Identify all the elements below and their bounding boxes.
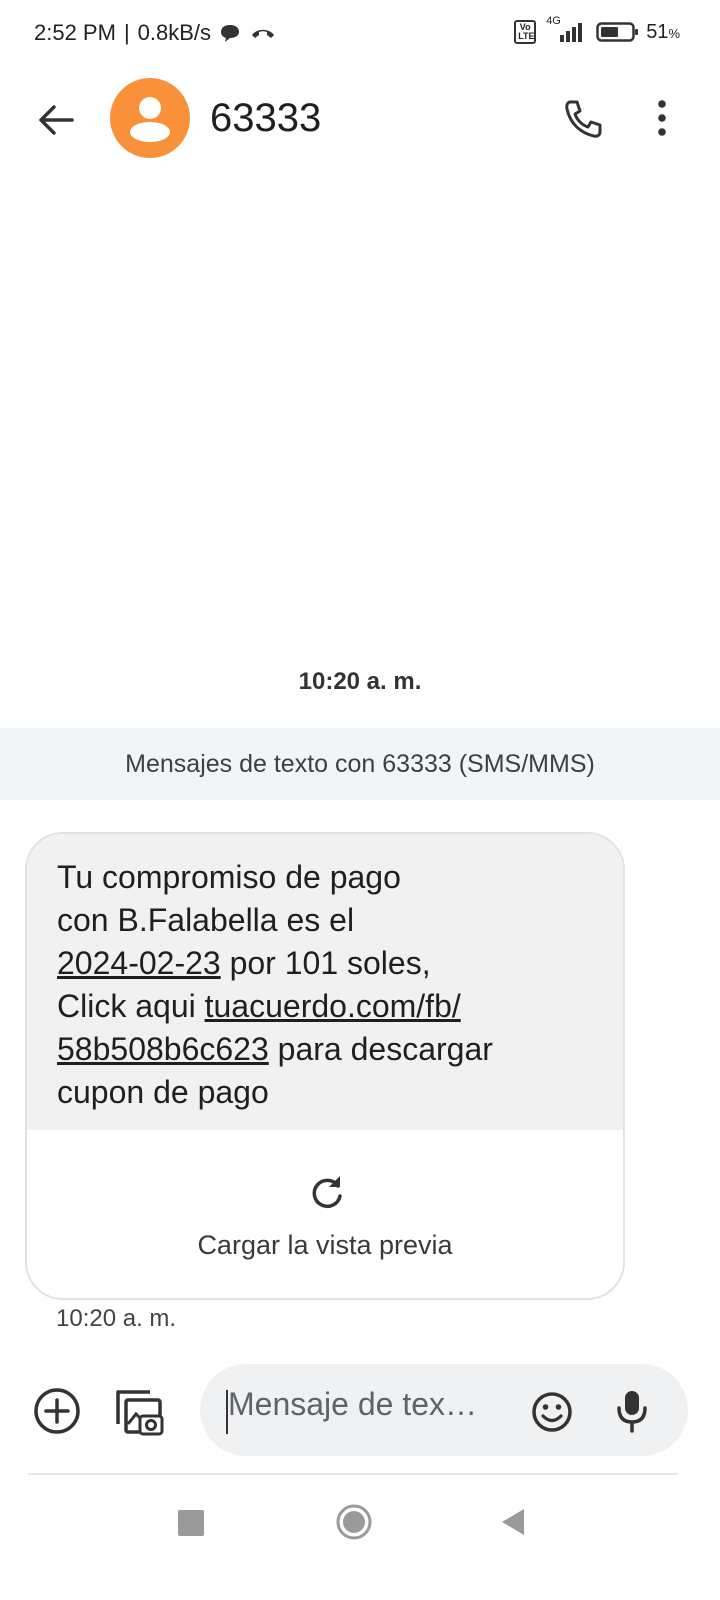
info-banner: Mensajes de texto con 63333 (SMS/MMS) <box>0 728 720 800</box>
message-line: 2024-02-23 por 101 soles, <box>57 942 593 985</box>
status-right: Vo LTE 4G 51% <box>514 15 680 44</box>
network-type: 4G <box>546 15 561 27</box>
battery-group: 51% <box>596 21 680 44</box>
date-link[interactable]: 2024-02-23 <box>57 945 221 981</box>
back-button[interactable] <box>32 96 80 144</box>
message-line: Click aqui tuacuerdo.com/fb/ <box>57 985 593 1028</box>
message-bubble[interactable]: Tu compromiso de pago con B.Falabella es… <box>25 832 625 1300</box>
back-arrow-icon <box>39 105 74 135</box>
battery-unit: % <box>668 25 680 41</box>
date-stamp: 10:20 a. m. <box>298 668 422 695</box>
message-text: Tu compromiso de pago con B.Falabella es… <box>27 834 623 1130</box>
signal-group: 4G <box>546 15 586 43</box>
message-input-field[interactable]: Mensaje de tex… <box>200 1364 688 1456</box>
divider <box>28 1473 678 1475</box>
add-circle-icon <box>34 1388 80 1434</box>
load-preview-label: Cargar la vista previa <box>197 1230 453 1260</box>
emoji-icon <box>532 1392 572 1432</box>
nav-back-button[interactable] <box>498 1506 528 1538</box>
volte-badge: Vo LTE <box>514 20 537 44</box>
message-time: 10:20 a. m. <box>56 1305 177 1332</box>
more-vert-icon <box>658 100 666 136</box>
voice-input-button[interactable] <box>614 1388 650 1434</box>
status-speed: 0.8kB/s <box>137 20 212 45</box>
message-fragment: Click aqui <box>57 988 205 1024</box>
app-bar: 63333 <box>0 70 720 170</box>
nav-back-icon <box>502 1509 524 1535</box>
nav-home-button[interactable] <box>334 1502 374 1542</box>
gallery-button[interactable] <box>114 1386 166 1438</box>
more-options-button[interactable] <box>646 96 674 144</box>
message-line: con B.Falabella es el <box>57 902 355 938</box>
phone-icon <box>565 100 602 138</box>
system-nav-bar <box>0 1480 720 1600</box>
mic-icon <box>617 1391 647 1433</box>
nav-home-icon <box>336 1504 372 1540</box>
missed-call-icon <box>252 29 275 38</box>
message-line: cupon de pago <box>57 1074 269 1110</box>
message-line: 58b508b6c623 para descargar <box>57 1028 593 1071</box>
status-bar: 2:52 PM | 0.8kB/s Vo LTE 4G 51% <box>0 0 720 70</box>
battery-icon <box>596 22 639 42</box>
person-icon <box>130 97 170 142</box>
add-attachment-button[interactable] <box>32 1386 82 1436</box>
gallery-icon <box>116 1390 164 1436</box>
nav-recents-icon[interactable] <box>178 1510 204 1536</box>
battery-level: 51% <box>646 21 680 44</box>
message-fragment: para descargar <box>268 1031 493 1067</box>
message-line: Tu compromiso de pago <box>57 859 401 895</box>
link-preview[interactable]: Cargar la vista previa <box>27 1130 623 1298</box>
status-left: 2:52 PM | 0.8kB/s <box>34 20 277 46</box>
status-time: 2:52 PM <box>34 20 116 45</box>
message-input-placeholder: Mensaje de tex… <box>228 1386 478 1422</box>
url-link[interactable]: 58b508b6c623 <box>57 1031 269 1067</box>
battery-percent: 51 <box>646 20 669 43</box>
refresh-icon <box>312 1176 342 1209</box>
avatar[interactable] <box>110 78 190 158</box>
status-separator: | <box>123 20 130 45</box>
call-button[interactable] <box>560 96 608 144</box>
compose-bar: Mensaje de tex… <box>0 1360 720 1470</box>
message-fragment: por 101 soles, <box>220 945 431 981</box>
emoji-button[interactable] <box>530 1390 574 1434</box>
chat-bubble-icon <box>221 25 240 42</box>
url-link[interactable]: tuacuerdo.com/fb/ <box>205 988 461 1024</box>
contact-title[interactable]: 63333 <box>210 96 321 141</box>
